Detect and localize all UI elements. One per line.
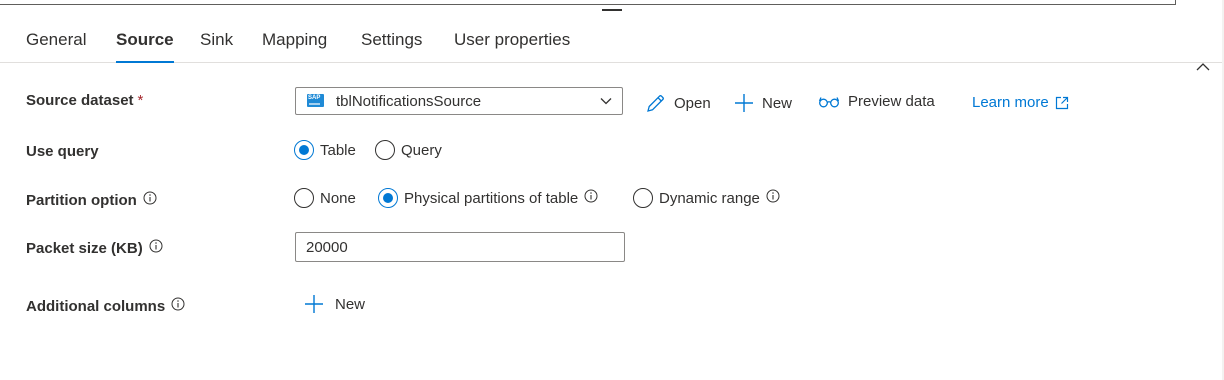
tab-label: User properties <box>454 30 571 49</box>
radio-label: Physical partitions of table <box>404 189 579 207</box>
tab-label: Source <box>116 30 174 49</box>
radio-circle <box>375 140 395 160</box>
splitter-line <box>0 4 1176 5</box>
radio-circle <box>633 188 653 208</box>
additional-columns-label-text: Additional columns <box>26 297 166 315</box>
new-dataset-button[interactable]: New <box>734 93 792 113</box>
open-dataset-button[interactable]: Open <box>645 93 711 114</box>
partition-option-label: Partition option <box>26 191 157 209</box>
plus-icon <box>305 295 323 313</box>
tab-label: Mapping <box>262 30 328 49</box>
partition-dynamic-range-radio[interactable]: Dynamic range <box>633 188 780 208</box>
additional-columns-label: Additional columns <box>26 297 185 315</box>
splitter-divider <box>1175 0 1176 5</box>
use-query-table-radio[interactable]: Table <box>294 140 356 160</box>
chevron-up-icon <box>1196 63 1210 71</box>
use-query-label: Use query <box>26 143 99 160</box>
tab-user-properties[interactable]: User properties <box>454 30 570 50</box>
radio-circle-checked <box>378 188 398 208</box>
chevron-down-icon <box>600 98 612 105</box>
tab-settings[interactable]: Settings <box>361 30 422 50</box>
source-dataset-dropdown[interactable]: SAP tblNotificationsSource <box>295 87 623 115</box>
tab-sink[interactable]: Sink <box>200 30 233 50</box>
radio-circle <box>294 188 314 208</box>
packet-size-label: Packet size (KB) <box>26 239 163 257</box>
radio-circle-checked <box>294 140 314 160</box>
active-tab-indicator <box>116 61 174 63</box>
source-dataset-label: Source dataset * <box>26 92 143 109</box>
top-splitter <box>0 0 1224 12</box>
new-label: New <box>762 94 793 112</box>
radio-label: Query <box>401 141 442 159</box>
source-dataset-value: tblNotificationsSource <box>336 93 482 110</box>
required-marker: * <box>137 92 144 109</box>
preview-data-label: Preview data <box>848 93 935 110</box>
open-label: Open <box>674 95 711 112</box>
source-dataset-label-text: Source dataset <box>26 92 134 109</box>
external-link-icon <box>1055 96 1068 109</box>
edit-pencil-icon <box>647 95 664 112</box>
info-icon[interactable] <box>149 239 163 253</box>
collapse-panel-button[interactable] <box>1196 58 1210 76</box>
use-query-label-text: Use query <box>26 143 99 160</box>
partition-none-radio[interactable]: None <box>294 188 356 208</box>
tab-general[interactable]: General <box>26 30 86 50</box>
use-query-query-radio[interactable]: Query <box>375 140 442 160</box>
info-icon[interactable] <box>171 297 185 311</box>
radio-label: Dynamic range <box>659 189 760 207</box>
info-icon[interactable] <box>584 189 598 203</box>
tab-label: Settings <box>361 30 423 49</box>
tab-label: General <box>26 30 87 49</box>
tab-mapping[interactable]: Mapping <box>262 30 327 50</box>
sap-dataset-icon: SAP <box>307 94 324 107</box>
tab-label: Sink <box>200 30 234 49</box>
radio-label: None <box>320 189 356 207</box>
tab-bar: General Source Sink Mapping Settings Use… <box>0 24 1224 71</box>
resize-handle[interactable] <box>602 9 622 11</box>
packet-size-label-text: Packet size (KB) <box>26 239 143 257</box>
learn-more-label: Learn more <box>972 94 1049 111</box>
plus-icon <box>735 94 753 112</box>
info-icon[interactable] <box>143 191 157 205</box>
preview-data-button[interactable]: Preview data <box>818 93 935 110</box>
new-column-label: New <box>335 295 366 313</box>
packet-size-input[interactable] <box>295 232 625 262</box>
glasses-icon <box>818 96 840 107</box>
partition-physical-radio[interactable]: Physical partitions of table <box>378 188 598 208</box>
tab-source[interactable]: Source <box>116 30 174 63</box>
add-column-button[interactable]: New <box>304 294 365 314</box>
partition-option-label-text: Partition option <box>26 191 137 209</box>
info-icon[interactable] <box>766 189 780 203</box>
learn-more-link[interactable]: Learn more <box>972 94 1069 111</box>
radio-label: Table <box>320 141 356 159</box>
